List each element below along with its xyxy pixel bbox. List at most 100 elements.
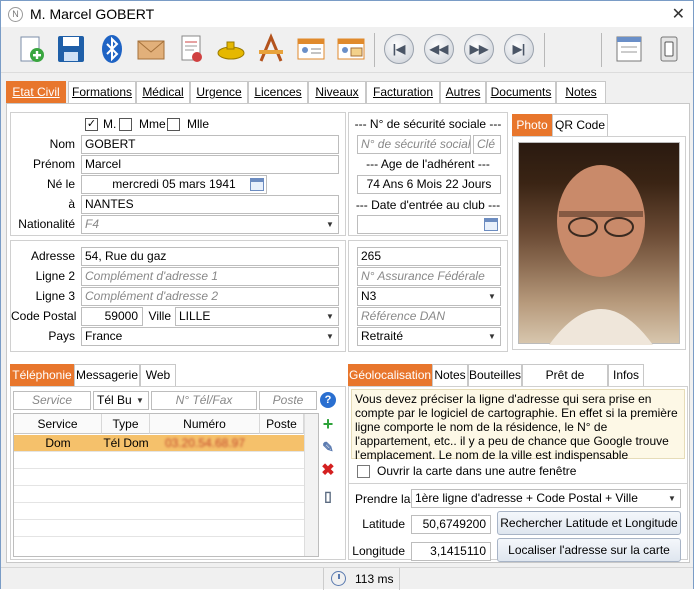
phone-icon[interactable]: ▯ xyxy=(320,488,336,504)
first-record-icon[interactable]: |◀ xyxy=(384,34,414,64)
table-scrollbar[interactable] xyxy=(304,414,318,556)
calendar-icon[interactable] xyxy=(484,218,498,231)
latitude-field[interactable]: 50,6749200 xyxy=(411,515,491,534)
tab-facturation[interactable]: Facturation xyxy=(366,81,440,103)
save-icon[interactable] xyxy=(55,33,87,65)
help-icon[interactable]: ? xyxy=(320,392,336,408)
last-record-icon[interactable]: ▶| xyxy=(504,34,534,64)
level-select[interactable]: N3 ▼ xyxy=(357,287,501,306)
nationality-select[interactable]: F4 ▼ xyxy=(81,215,339,234)
column-header-numero[interactable]: Numéro xyxy=(150,414,260,434)
address-line-select[interactable]: 1ère ligne d'adresse + Code Postal + Vil… xyxy=(411,489,681,508)
dan-field[interactable]: Référence DAN xyxy=(357,307,501,326)
tab-bouteilles[interactable]: Bouteilles xyxy=(468,364,522,386)
social-security-title: --- N° de sécurité sociale --- xyxy=(354,117,502,131)
tab-medical[interactable]: Médical xyxy=(136,81,190,103)
birth-place-label: à xyxy=(68,197,75,211)
tab-etat-civil[interactable]: Etat Civil xyxy=(6,81,66,104)
window-layout-icon[interactable] xyxy=(613,33,645,65)
table-row[interactable]: Dom Tél Dom 03.20.54.68.97 xyxy=(14,435,304,452)
prenom-field[interactable]: Marcel xyxy=(81,155,339,174)
pays-select[interactable]: France ▼ xyxy=(81,327,339,346)
contact-card-icon[interactable] xyxy=(295,33,327,65)
previous-record-icon[interactable]: ◀◀ xyxy=(424,34,454,64)
contact-card-mail-icon[interactable] xyxy=(335,33,367,65)
bluetooth-icon[interactable] xyxy=(96,33,128,65)
entry-date-field[interactable] xyxy=(357,215,501,234)
civility-mlle-checkbox[interactable] xyxy=(167,118,180,131)
table-row xyxy=(14,469,304,486)
tab-photo[interactable]: Photo xyxy=(512,114,552,137)
adresse-field[interactable]: 54, Rue du gaz xyxy=(81,247,339,266)
drawing-tools-icon[interactable] xyxy=(255,33,287,65)
civility-mme-label: Mme xyxy=(139,117,166,131)
open-map-label: Ouvrir la carte dans une autre fenêtre xyxy=(377,464,577,478)
social-security-key-field[interactable]: Clé xyxy=(473,135,501,154)
ligne2-field[interactable]: Complément d'adresse 1 xyxy=(81,267,339,286)
tab-notes[interactable]: Notes xyxy=(556,81,606,103)
assurance-field[interactable]: N° Assurance Fédérale xyxy=(357,267,501,286)
add-icon[interactable]: + xyxy=(320,415,336,433)
nom-label: Nom xyxy=(49,137,75,151)
status-select[interactable]: Retraité ▼ xyxy=(357,327,501,346)
mail-envelope-icon[interactable] xyxy=(135,33,167,65)
next-record-icon[interactable]: ▶▶ xyxy=(464,34,494,64)
nom-field[interactable]: GOBERT xyxy=(81,135,339,154)
tab-documents[interactable]: Documents xyxy=(486,81,556,103)
calendar-icon[interactable] xyxy=(250,178,264,191)
submarine-icon[interactable] xyxy=(215,33,247,65)
social-security-group: --- N° de sécurité sociale --- N° de séc… xyxy=(348,112,508,236)
photo-frame xyxy=(512,136,686,350)
open-map-checkbox[interactable] xyxy=(357,465,370,478)
phone-number-field[interactable]: N° Tél/Fax xyxy=(151,391,257,410)
column-header-service[interactable]: Service xyxy=(14,414,102,434)
toggle-switch-icon[interactable] xyxy=(653,33,685,65)
locate-address-button[interactable]: Localiser l'adresse sur la carte xyxy=(497,538,681,562)
tab-geolocalisation[interactable]: Géolocalisation xyxy=(348,364,432,387)
tab-qr-code[interactable]: QR Code xyxy=(552,114,608,136)
tab-licences[interactable]: Licences xyxy=(248,81,308,103)
birth-date-field[interactable]: mercredi 05 mars 1941 xyxy=(81,175,267,194)
tab-autres[interactable]: Autres xyxy=(440,81,486,103)
phone-poste-field[interactable]: Poste xyxy=(259,391,317,410)
tab-geo-notes[interactable]: Notes xyxy=(432,364,468,386)
add-record-icon[interactable] xyxy=(15,33,47,65)
tab-infos[interactable]: Infos xyxy=(608,364,644,386)
member-photo[interactable] xyxy=(518,142,680,345)
ville-select[interactable]: LILLE ▼ xyxy=(175,307,339,326)
federal-number-field[interactable]: 265 xyxy=(357,247,501,266)
pays-label: Pays xyxy=(48,329,75,343)
tab-niveaux[interactable]: Niveaux xyxy=(308,81,366,103)
tab-formations[interactable]: Formations xyxy=(68,81,136,103)
tab-pret-materiel[interactable]: Prêt de matériel xyxy=(522,364,608,403)
longitude-field[interactable]: 3,1415110 xyxy=(411,542,491,561)
identity-group: ✓ M. Mme Mlle Nom GOBERT Prénom Marcel N… xyxy=(10,112,346,236)
geo-panel: Vous devez préciser la ligne d'adresse q… xyxy=(348,386,688,562)
print-document-icon[interactable] xyxy=(175,33,207,65)
edit-icon[interactable]: ✎ xyxy=(320,439,336,455)
close-window-button[interactable]: ✕ xyxy=(672,4,685,24)
elapsed-time: 113 ms xyxy=(355,572,394,586)
tab-telephonie[interactable]: Téléphonie xyxy=(10,364,74,387)
column-header-poste[interactable]: Poste xyxy=(260,414,304,434)
tab-web[interactable]: Web xyxy=(140,364,176,386)
ligne3-field[interactable]: Complément d'adresse 2 xyxy=(81,287,339,306)
delete-icon[interactable]: ✖ xyxy=(320,463,336,479)
column-header-type[interactable]: Type xyxy=(102,414,150,434)
phone-service-field[interactable]: Service xyxy=(13,391,91,410)
phone-panel: Service Tél Bur ▼ N° Tél/Fax Poste Servi… xyxy=(10,386,346,560)
civility-mme-checkbox[interactable] xyxy=(119,118,132,131)
address-line-value: 1ère ligne d'adresse + Code Postal + Vil… xyxy=(415,491,638,505)
birth-date-label: Né le xyxy=(46,177,75,191)
civility-m-checkbox[interactable]: ✓ xyxy=(85,118,98,131)
adresse-label: Adresse xyxy=(30,249,75,263)
social-security-number-field[interactable]: N° de sécurité sociale xyxy=(357,135,471,154)
tab-messagerie[interactable]: Messagerie xyxy=(74,364,140,386)
tab-urgence[interactable]: Urgence xyxy=(190,81,248,103)
code-postal-field[interactable]: 59000 xyxy=(81,307,143,326)
phone-type-select[interactable]: Tél Bur ▼ xyxy=(93,391,149,410)
search-coordinates-button[interactable]: Rechercher Latitude et Longitude xyxy=(497,511,681,535)
chevron-down-icon: ▼ xyxy=(664,490,680,507)
main-window: N M. Marcel GOBERT ✕ |◀ ◀◀ ▶▶ ▶| Etat Ci… xyxy=(0,0,694,590)
birth-place-field[interactable]: NANTES xyxy=(81,195,339,214)
